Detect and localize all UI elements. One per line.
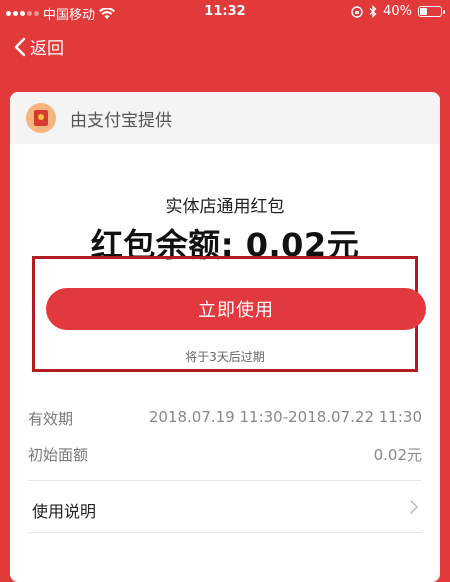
validity-row: 有效期 2018.07.19 11:30-2018.07.22 11:30 — [10, 404, 440, 434]
validity-label: 有效期 — [28, 410, 74, 428]
back-button[interactable]: 返回 — [14, 34, 64, 59]
chevron-left-icon — [14, 37, 26, 56]
red-envelope-icon — [26, 103, 56, 133]
provider-header: 由支付宝提供 — [10, 92, 440, 144]
initial-amount-label: 初始面额 — [28, 446, 89, 464]
back-label: 返回 — [30, 39, 64, 59]
use-now-button[interactable]: 立即使用 — [46, 288, 426, 330]
status-bar: 中国移动 11:32 40% — [0, 0, 450, 24]
expire-note: 将于3天后过期 — [185, 350, 265, 364]
red-envelope-card: 由支付宝提供 实体店通用红包 红包余额: 0.02元 立即使用 将于3天后过期 … — [10, 92, 440, 582]
battery-percent: 40% — [383, 4, 412, 19]
envelope-title: 实体店通用红包 — [165, 197, 285, 217]
initial-amount-value: 0.02元 — [373, 446, 422, 464]
instructions-label: 使用说明 — [32, 502, 97, 521]
divider — [28, 480, 422, 481]
initial-amount-row: 初始面额 0.02元 — [10, 440, 440, 470]
divider — [28, 532, 422, 533]
provider-text: 由支付宝提供 — [70, 110, 172, 131]
nav-bar: 返回 — [0, 30, 450, 64]
battery-icon — [418, 6, 445, 17]
bluetooth-icon — [369, 5, 377, 18]
orientation-lock-icon — [351, 5, 363, 18]
chevron-right-icon — [410, 500, 418, 514]
validity-value: 2018.07.19 11:30-2018.07.22 11:30 — [148, 408, 422, 426]
instructions-row[interactable]: 使用说明 — [10, 490, 440, 530]
status-right: 40% — [351, 4, 445, 19]
